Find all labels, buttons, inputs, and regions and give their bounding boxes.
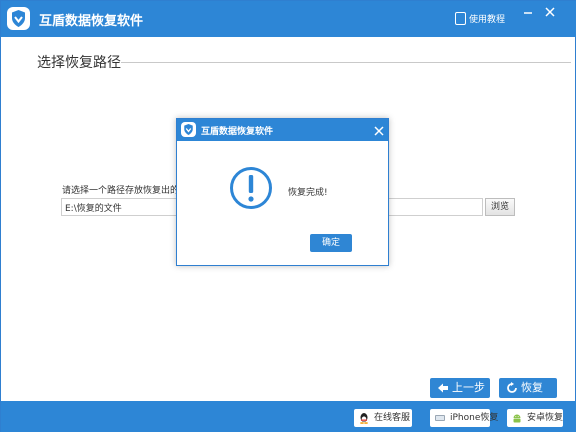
window-close-button[interactable] bbox=[543, 5, 557, 19]
app-title: 互盾数据恢复软件 bbox=[39, 14, 144, 29]
online-support-button[interactable]: 在线客服 bbox=[354, 409, 412, 427]
iphone-recovery-label: iPhone恢复 bbox=[450, 413, 499, 423]
minimize-button[interactable] bbox=[521, 5, 535, 19]
completion-dialog: 互盾数据恢复软件 恢复完成! 确定 bbox=[176, 118, 389, 266]
back-button[interactable]: 上一步 bbox=[430, 378, 490, 398]
dialog-title: 互盾数据恢复软件 bbox=[201, 127, 274, 137]
path-label: 请选择一个路径存放恢复出的文件 bbox=[62, 186, 182, 196]
android-icon bbox=[513, 414, 521, 423]
section-title: 选择恢复路径 bbox=[37, 55, 121, 71]
recover-button[interactable]: 恢复 bbox=[499, 378, 557, 398]
recover-button-label: 恢复 bbox=[521, 381, 543, 394]
close-icon bbox=[374, 126, 384, 136]
dialog-message: 恢复完成! bbox=[288, 188, 328, 198]
shield-logo-icon bbox=[181, 122, 196, 137]
help-label: 使用教程 bbox=[469, 15, 506, 25]
refresh-icon bbox=[507, 382, 517, 393]
android-recovery-label: 安卓恢复 bbox=[527, 413, 564, 423]
qq-icon bbox=[360, 413, 368, 424]
book-icon bbox=[455, 12, 466, 25]
ok-button[interactable]: 确定 bbox=[310, 234, 352, 252]
shield-logo-icon bbox=[7, 7, 30, 30]
title-bar: 互盾数据恢复软件 使用教程 bbox=[1, 1, 576, 37]
browse-button[interactable]: 浏览 bbox=[485, 198, 515, 216]
arrow-left-icon bbox=[438, 383, 448, 393]
online-support-label: 在线客服 bbox=[374, 413, 411, 423]
iphone-recovery-button[interactable]: iPhone恢复 bbox=[430, 409, 498, 427]
minimize-icon bbox=[524, 12, 532, 14]
bottom-bar: 在线客服 iPhone恢复 安卓恢复 bbox=[1, 401, 576, 432]
android-recovery-button[interactable]: 安卓恢复 bbox=[507, 409, 563, 427]
exclamation-icon bbox=[230, 167, 272, 209]
app-window: 互盾数据恢复软件 使用教程 选择恢复路径 请选择一个路径存放恢复出的文件 浏览 … bbox=[0, 0, 576, 432]
close-icon bbox=[545, 7, 555, 17]
section-divider bbox=[121, 62, 571, 63]
dialog-close-button[interactable] bbox=[373, 122, 385, 136]
back-button-label: 上一步 bbox=[452, 381, 485, 394]
phone-icon bbox=[435, 415, 445, 421]
dialog-title-bar: 互盾数据恢复软件 bbox=[177, 119, 388, 141]
